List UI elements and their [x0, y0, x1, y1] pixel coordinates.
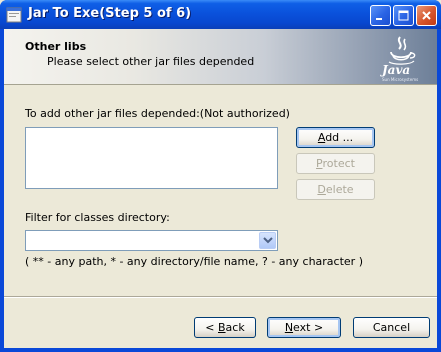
filter-label: Filter for classes directory:: [25, 211, 170, 224]
jars-label: To add other jar files depended:(Not aut…: [25, 107, 290, 120]
filter-dropdown-button[interactable]: [259, 232, 276, 249]
add-button[interactable]: Add ...: [296, 127, 375, 148]
minimize-icon: [376, 18, 382, 20]
minimize-button[interactable]: [370, 5, 391, 26]
window-frame-bottom: [0, 348, 441, 352]
title-bar[interactable]: Jar To Exe(Step 5 of 6): [0, 0, 441, 29]
filter-hint: ( ** - any path, * - any directory/file …: [25, 255, 363, 268]
maximize-icon: [398, 10, 409, 21]
app-icon: [6, 7, 22, 23]
close-button[interactable]: [416, 5, 437, 26]
step-subtitle: Please select other jar files depended: [47, 55, 255, 68]
step-title: Other libs: [25, 40, 87, 53]
window-title: Jar To Exe(Step 5 of 6): [28, 6, 192, 21]
close-icon: [422, 11, 431, 20]
jar-files-list[interactable]: [25, 127, 278, 189]
filter-combobox[interactable]: [25, 230, 278, 251]
dialog-body: Other libs Please select other jar files…: [4, 29, 437, 348]
java-logo-text: Java: [382, 63, 411, 77]
java-logo-tm: Sun Microsystems: [382, 77, 419, 82]
step-header: Other libs Please select other jar files…: [4, 29, 437, 85]
maximize-button[interactable]: [393, 5, 414, 26]
button-separator: [4, 296, 437, 298]
back-button[interactable]: < Back: [194, 317, 256, 338]
chevron-down-icon: [263, 237, 273, 244]
protect-button[interactable]: Protect: [296, 153, 375, 174]
installer-window: Jar To Exe(Step 5 of 6) Other libs Pleas…: [0, 0, 441, 352]
cancel-button[interactable]: Cancel: [353, 317, 430, 338]
delete-button[interactable]: Delete: [296, 179, 375, 200]
next-button[interactable]: Next >: [267, 317, 341, 338]
